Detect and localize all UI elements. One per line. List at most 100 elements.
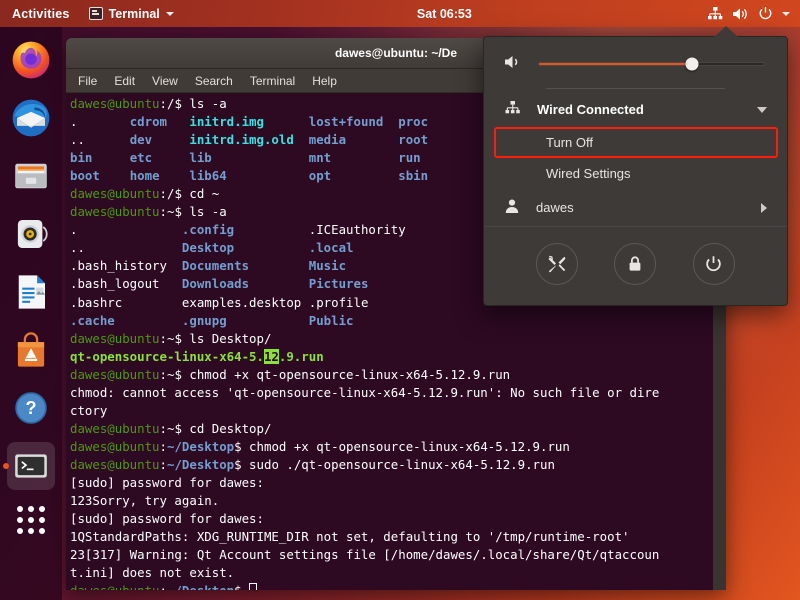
terminal-text: opt [308, 168, 399, 184]
terminal-title: dawes@ubuntu: ~/De [334, 46, 458, 60]
grid-dot [28, 506, 34, 512]
terminal-text: .bashrc [70, 294, 182, 310]
terminal-text: $ sudo ./qt-opensource-linux-x64-5.12.9.… [234, 456, 555, 472]
terminal-text: .config [181, 222, 309, 238]
terminal-text: initrd.img.old [189, 132, 309, 148]
settings-button[interactable] [536, 243, 579, 285]
terminal-text: examples.desktop [181, 294, 309, 310]
terminal-text: qt-opensource-linux-x64-5. [70, 348, 264, 364]
volume-slider[interactable] [538, 57, 765, 70]
terminal-text: $ chmod +x qt-opensource-linux-x64-5.12.… [234, 438, 570, 454]
terminal-text: run [398, 150, 421, 166]
status-indicators[interactable] [707, 6, 800, 22]
menu-edit[interactable]: Edit [114, 74, 135, 88]
volume-icon [504, 53, 524, 74]
terminal-text: ctory [70, 402, 108, 418]
terminal-text: dawes@ubuntu [70, 420, 160, 436]
chevron-down-icon [165, 11, 174, 16]
power-icon [758, 6, 773, 21]
terminal-text: .9.run [278, 348, 324, 364]
dock-item-files[interactable] [7, 152, 55, 200]
network-settings-label: Wired Settings [546, 166, 631, 181]
menu-arrow [714, 26, 738, 37]
terminal-text: .local [308, 240, 354, 256]
terminal-text: ~/Desktop [167, 456, 235, 472]
terminal-text: dawes@ubuntu [70, 96, 160, 111]
terminal-text: dawes@ubuntu [70, 366, 160, 382]
terminal-text: :~$ cd Desktop/ [159, 420, 272, 436]
terminal-line: 23[317] Warning: Qt Account settings fil… [70, 546, 726, 564]
terminal-line: dawes@ubuntu:~/Desktop$ [70, 582, 726, 590]
dock: ? [0, 27, 62, 600]
user-row[interactable]: dawes [484, 189, 787, 226]
terminal-text: lib64 [189, 168, 309, 184]
power-button[interactable] [692, 243, 735, 285]
menu-terminal[interactable]: Terminal [250, 74, 295, 88]
network-settings-item[interactable]: Wired Settings [484, 158, 787, 189]
top-bar: Activities Terminal Sat 06:53 [0, 0, 800, 27]
show-applications-button[interactable] [17, 506, 45, 534]
menu-search[interactable]: Search [195, 74, 233, 88]
terminal-text: etc [129, 150, 190, 166]
terminal-text: mnt [308, 150, 399, 166]
terminal-text: .bash_history [70, 258, 182, 274]
terminal-line: 123Sorry, try again. [70, 492, 726, 510]
dock-item-ubuntu-software[interactable] [7, 326, 55, 374]
network-turn-off-item[interactable]: Turn Off [484, 127, 787, 158]
terminal-line: dawes@ubuntu:~$ cd Desktop/ [70, 420, 726, 438]
terminal-text: .bash_logout [70, 276, 182, 292]
terminal-text: lost+found [308, 114, 399, 130]
network-wired-icon [707, 6, 723, 22]
dock-item-libreoffice-writer[interactable] [7, 268, 55, 316]
dock-item-thunderbird[interactable] [7, 94, 55, 142]
terminal-text: media [308, 132, 399, 148]
menu-help[interactable]: Help [312, 74, 337, 88]
terminal-text: : [159, 456, 167, 472]
terminal-text: .cache [70, 312, 182, 328]
dock-item-terminal[interactable] [3, 442, 55, 490]
terminal-line: .cache .gnupg Public [70, 312, 726, 330]
dock-item-help[interactable]: ? [7, 384, 55, 432]
volume-row[interactable] [484, 37, 787, 88]
terminal-line: dawes@ubuntu:~/Desktop$ chmod +x qt-open… [70, 438, 726, 456]
terminal-text: $ [234, 583, 249, 590]
grid-dot [39, 528, 45, 534]
terminal-text: Downloads [181, 276, 309, 292]
terminal-text: . [70, 222, 182, 238]
activities-button[interactable]: Activities [0, 7, 81, 21]
terminal-text: dawes@ubuntu [70, 330, 160, 346]
terminal-text: dawes@ubuntu [70, 583, 160, 590]
chevron-right-icon[interactable] [761, 202, 767, 213]
menu-view[interactable]: View [152, 74, 178, 88]
grid-dot [28, 528, 34, 534]
lock-button[interactable] [614, 243, 657, 285]
network-label: Wired Connected [537, 102, 644, 117]
terminal-text: root [398, 132, 429, 148]
dock-item-firefox[interactable] [7, 36, 55, 84]
volume-icon [732, 6, 749, 22]
terminal-text: sbin [398, 168, 429, 184]
user-icon [504, 198, 520, 217]
terminal-text: Music [308, 258, 347, 274]
terminal-text: ~/Desktop [167, 583, 234, 590]
terminal-text: dawes@ubuntu [70, 456, 160, 472]
clock[interactable]: Sat 06:53 [182, 7, 707, 21]
highlight-box [494, 127, 778, 158]
terminal-text: 23[317] Warning: Qt Account settings fil… [70, 547, 660, 563]
terminal-text: home [129, 168, 190, 184]
app-menu-button[interactable]: Terminal [81, 7, 182, 21]
dock-item-rhythmbox[interactable] [7, 210, 55, 258]
terminal-text: : [159, 438, 167, 454]
system-menu[interactable]: Wired Connected Turn Off Wired Settings … [483, 26, 788, 306]
terminal-line: [sudo] password for dawes: [70, 474, 726, 492]
terminal-text: .. [70, 132, 130, 148]
menu-file[interactable]: File [78, 74, 97, 88]
network-row[interactable]: Wired Connected [484, 89, 787, 127]
terminal-text: :/$ cd ~ [159, 186, 220, 202]
terminal-text: [sudo] password for dawes: [70, 474, 264, 490]
terminal-text: lib [189, 150, 309, 166]
terminal-text: chmod: cannot access 'qt-opensource-linu… [70, 384, 660, 400]
terminal-text: 123Sorry, try again. [70, 493, 220, 509]
chevron-down-icon[interactable] [757, 106, 767, 113]
volume-slider-knob[interactable] [685, 57, 699, 70]
